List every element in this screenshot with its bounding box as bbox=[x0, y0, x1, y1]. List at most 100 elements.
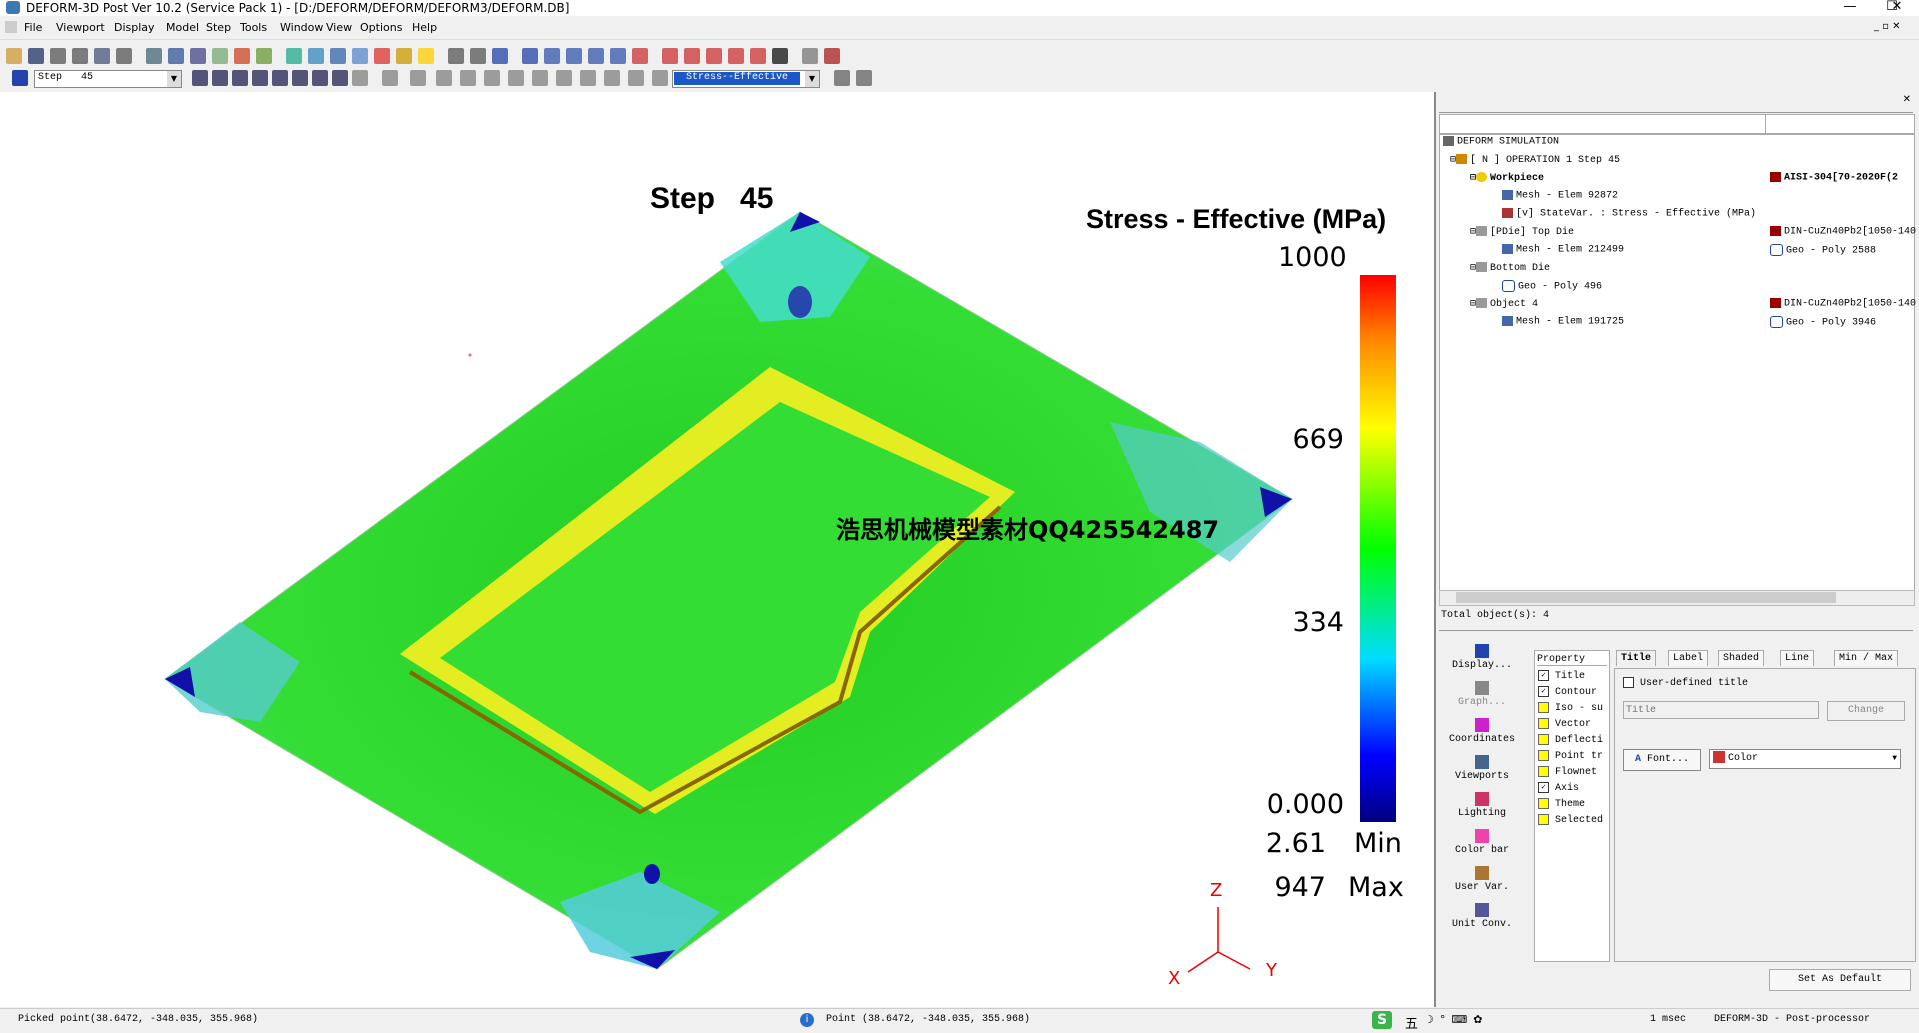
toolbar-button-32[interactable] bbox=[728, 48, 744, 64]
tree-bottomdie[interactable]: ⊟ Bottom Die bbox=[1470, 262, 1550, 274]
chevron-down-icon[interactable]: ▼ bbox=[805, 71, 819, 87]
toolbar-button-24[interactable] bbox=[544, 48, 560, 64]
toolbar-button-15[interactable] bbox=[330, 48, 346, 64]
toolbar-button-19[interactable] bbox=[418, 48, 434, 64]
step-toolbar-button-19[interactable] bbox=[604, 70, 620, 86]
tree-topdie-mesh[interactable]: Mesh - Elem 212499 bbox=[1502, 244, 1624, 256]
step-toolbar-button-11[interactable] bbox=[410, 70, 426, 86]
toolbar-button-23[interactable] bbox=[522, 48, 538, 64]
toolbar-button-21[interactable] bbox=[470, 48, 486, 64]
toolbar-button-14[interactable] bbox=[308, 48, 324, 64]
nav-graph[interactable]: Graph... bbox=[1437, 681, 1527, 708]
close-icon[interactable]: ✕ bbox=[1903, 94, 1911, 105]
ime-mode[interactable]: 五 bbox=[1405, 1013, 1418, 1032]
nav-coordinates[interactable]: Coordinates bbox=[1437, 718, 1527, 745]
chevron-down-icon[interactable]: ▼ bbox=[167, 71, 181, 87]
toolbar-button-18[interactable] bbox=[396, 48, 412, 64]
step-toolbar-button-8[interactable] bbox=[332, 70, 348, 86]
menu-view[interactable]: View bbox=[326, 21, 352, 34]
tree-object4-mesh[interactable]: Mesh - Elem 191725 bbox=[1502, 316, 1624, 328]
step-toolbar-button-17[interactable] bbox=[556, 70, 572, 86]
property-checkbox[interactable] bbox=[1538, 718, 1549, 729]
toolbar-button-10[interactable] bbox=[212, 48, 228, 64]
tree-workpiece-material[interactable]: AISI-304[70-2020F(2 bbox=[1770, 172, 1898, 184]
tree-object4-material[interactable]: DIN-CuZn40Pb2[1050-140 bbox=[1770, 298, 1916, 310]
step-toolbar-button-14[interactable] bbox=[484, 70, 500, 86]
graphics-viewport[interactable]: Step 45 Stress - Effective (MPa) 1000 66… bbox=[0, 92, 1436, 1007]
toolbar-button-7[interactable] bbox=[146, 48, 162, 64]
step-toolbar-button-10[interactable] bbox=[382, 70, 398, 86]
toolbar-button-22[interactable] bbox=[492, 48, 508, 64]
toolbar-button-35[interactable] bbox=[802, 48, 818, 64]
tree-operation[interactable]: ⊟[ N ] OPERATION 1 Step 45 bbox=[1450, 154, 1620, 166]
title-input[interactable] bbox=[1623, 701, 1819, 719]
step-toolbar-button-7[interactable] bbox=[312, 70, 328, 86]
nav-user-var[interactable]: User Var. bbox=[1437, 866, 1527, 893]
step-toolbar-button-6[interactable] bbox=[292, 70, 308, 86]
user-defined-checkbox[interactable] bbox=[1623, 677, 1634, 688]
step-toolbar-button-1[interactable] bbox=[192, 70, 208, 86]
tab-title[interactable]: Title bbox=[1616, 650, 1657, 666]
toolbar-button-31[interactable] bbox=[706, 48, 722, 64]
step-toolbar-button-9[interactable] bbox=[352, 70, 368, 86]
toolbar-button-20[interactable] bbox=[448, 48, 464, 64]
menu-tools[interactable]: Tools bbox=[240, 21, 267, 34]
font-button[interactable]: A Font... bbox=[1623, 749, 1701, 771]
nav-colorbar[interactable]: Color bar bbox=[1437, 829, 1527, 856]
property-checkbox[interactable] bbox=[1538, 798, 1549, 809]
mdi-controls[interactable]: _ ▫ ✕ bbox=[1874, 21, 1901, 32]
tree-topdie[interactable]: ⊟ [PDie] Top Die bbox=[1470, 226, 1574, 238]
toolbar-button-3[interactable] bbox=[50, 48, 66, 64]
toolbar-button-17[interactable] bbox=[374, 48, 390, 64]
tab-shaded[interactable]: Shaded bbox=[1718, 650, 1765, 666]
toolbar-button-29[interactable] bbox=[662, 48, 678, 64]
toolbar-button-11[interactable] bbox=[234, 48, 250, 64]
property-item-flownet[interactable]: Flownet bbox=[1538, 766, 1597, 778]
menu-viewport[interactable]: Viewport bbox=[56, 21, 105, 34]
step-toolbar-button-20[interactable] bbox=[628, 70, 644, 86]
chevron-down-icon[interactable]: ▼ bbox=[1892, 750, 1897, 768]
property-checkbox[interactable]: ✓ bbox=[1538, 686, 1549, 697]
tree-workpiece-statevar[interactable]: [v] StateVar. : Stress - Effective (MPa) bbox=[1502, 208, 1756, 220]
ime-tool-icons[interactable]: ☽°⌨✿ bbox=[1424, 1013, 1488, 1026]
user-defined-title[interactable]: User-defined title bbox=[1623, 677, 1748, 689]
property-checkbox[interactable]: ✓ bbox=[1538, 670, 1549, 681]
tree-workpiece[interactable]: ⊟ Workpiece bbox=[1470, 172, 1544, 184]
property-item-deflecti[interactable]: Deflecti bbox=[1538, 734, 1603, 746]
toolbar-button-30[interactable] bbox=[684, 48, 700, 64]
step-toolbar-button-13[interactable] bbox=[460, 70, 476, 86]
step-toolbar-button-2[interactable] bbox=[212, 70, 228, 86]
toolbar-button-5[interactable] bbox=[94, 48, 110, 64]
toolbar-button-16[interactable] bbox=[352, 48, 368, 64]
property-checkbox[interactable]: ✓ bbox=[1538, 782, 1549, 793]
property-item-axis[interactable]: ✓ Axis bbox=[1538, 782, 1579, 794]
property-checkbox[interactable] bbox=[1538, 734, 1549, 745]
model-icon[interactable] bbox=[12, 70, 28, 86]
toolbar-button-12[interactable] bbox=[256, 48, 272, 64]
menu-options[interactable]: Options bbox=[360, 21, 402, 34]
property-item-theme[interactable]: Theme bbox=[1538, 798, 1585, 810]
toolbar-button-25[interactable] bbox=[566, 48, 582, 64]
tree-topdie-material[interactable]: DIN-CuZn40Pb2[1050-140 bbox=[1770, 226, 1916, 238]
toolbar-button-2[interactable] bbox=[28, 48, 44, 64]
tab-label[interactable]: Label bbox=[1668, 650, 1709, 666]
toolbar-button-27[interactable] bbox=[610, 48, 626, 64]
ime-logo-icon[interactable]: S bbox=[1372, 1011, 1392, 1029]
set-as-default-button[interactable]: Set As Default bbox=[1769, 969, 1911, 991]
view-toolbar-button-1[interactable] bbox=[834, 70, 850, 86]
tree-root[interactable]: DEFORM SIMULATION bbox=[1443, 136, 1559, 148]
nav-viewports[interactable]: Viewports bbox=[1437, 755, 1527, 782]
toolbar-button-1[interactable] bbox=[6, 48, 22, 64]
view-toolbar-button-2[interactable] bbox=[856, 70, 872, 86]
toolbar-button-6[interactable] bbox=[116, 48, 132, 64]
toolbar-button-34[interactable] bbox=[772, 48, 788, 64]
nav-display[interactable]: Display... bbox=[1437, 644, 1527, 671]
nav-lighting[interactable]: Lighting bbox=[1437, 792, 1527, 819]
tree-workpiece-mesh[interactable]: Mesh - Elem 92872 bbox=[1502, 190, 1618, 202]
close-button[interactable]: ✕ bbox=[1877, 0, 1917, 16]
toolbar-button-13[interactable] bbox=[286, 48, 302, 64]
tree-bottomdie-geo[interactable]: Geo - Poly 496 bbox=[1502, 280, 1602, 293]
property-checkbox[interactable] bbox=[1538, 766, 1549, 777]
tab-min-max[interactable]: Min / Max bbox=[1834, 650, 1899, 666]
step-toolbar-button-18[interactable] bbox=[580, 70, 596, 86]
